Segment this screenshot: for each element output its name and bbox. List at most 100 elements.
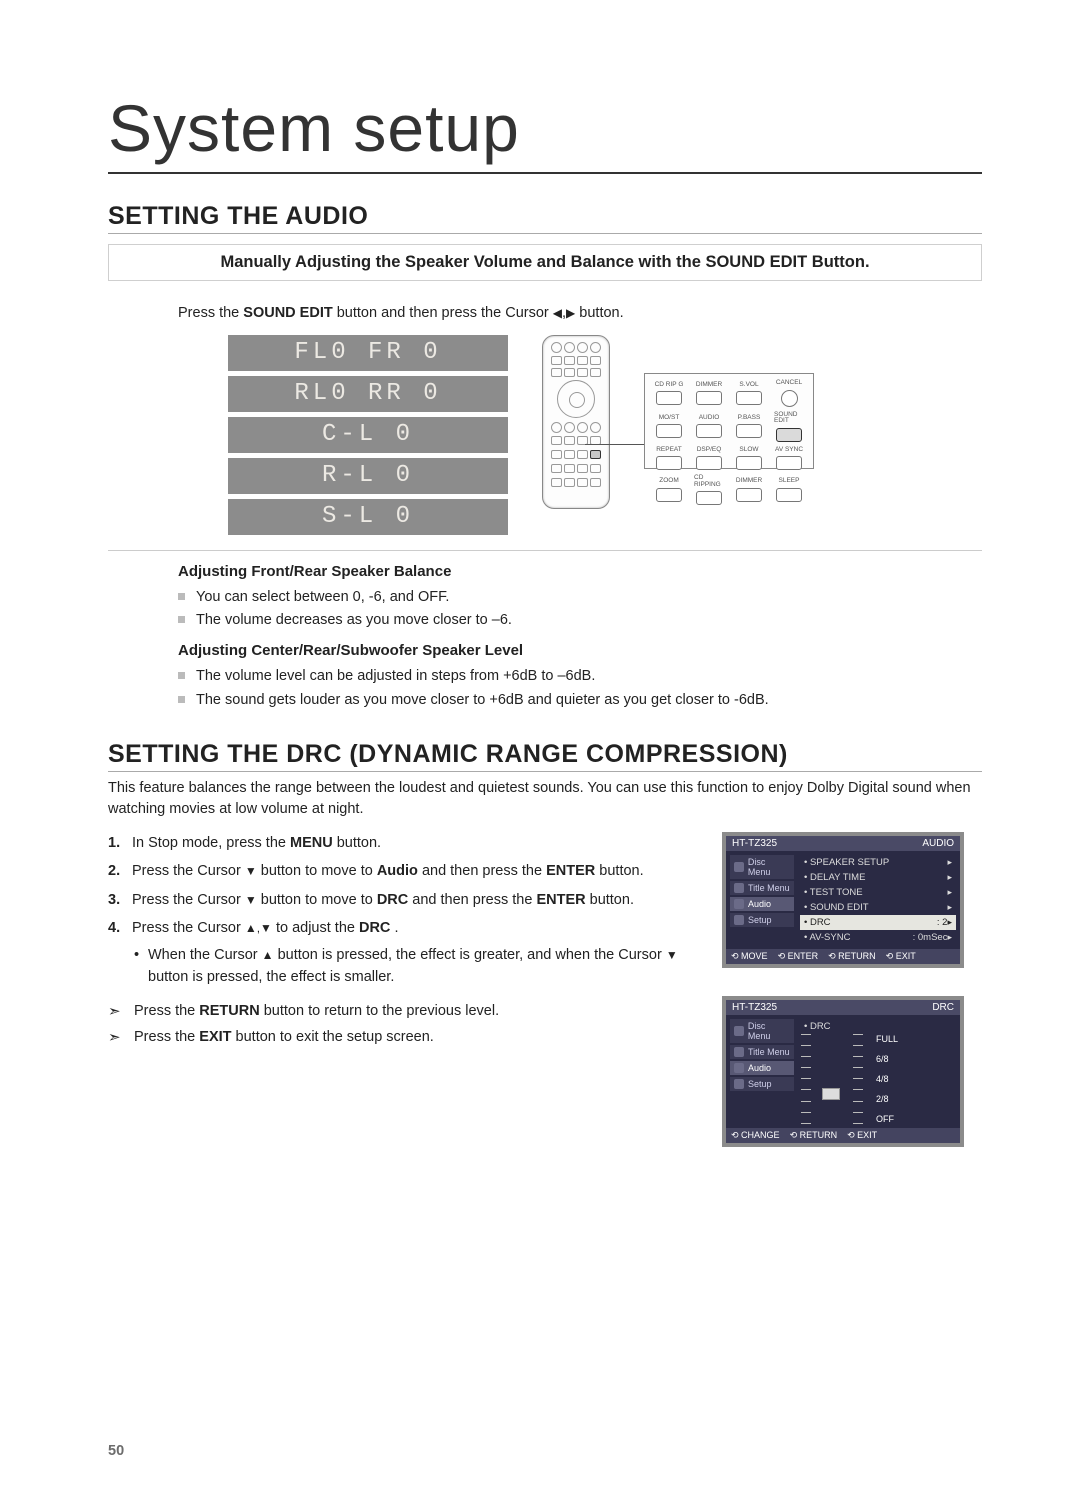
text: button and then press the Cursor — [337, 305, 553, 321]
disc-icon — [734, 1026, 744, 1036]
osd-row: • DRC — [800, 1019, 956, 1034]
drc-label: DRC — [359, 920, 390, 936]
drc-scale-label: 2/8 — [876, 1094, 898, 1104]
display-line: R-L 0 — [228, 458, 508, 494]
subhead-front-rear-balance: Adjusting Front/Rear Speaker Balance — [178, 563, 982, 580]
osd-foot: CHANGE — [731, 1130, 780, 1141]
page-number: 50 — [108, 1443, 124, 1459]
remote-btn-cd-ripping: CD RIPPING — [694, 475, 724, 505]
drc-scale: FULL6/84/82/8OFF — [800, 1034, 956, 1124]
section-heading-audio: SETTING THE AUDIO — [108, 202, 982, 234]
sound-edit-label: SOUND EDIT — [243, 305, 332, 321]
remote-btn-dimmer: DIMMER — [734, 478, 764, 502]
drc-scale-label: 4/8 — [876, 1074, 898, 1084]
remote-btn-cancel: CANCEL — [774, 380, 804, 407]
subtitle-sound-edit: Manually Adjusting the Speaker Volume an… — [108, 244, 982, 281]
list-item: The sound gets louder as you move closer… — [178, 689, 982, 712]
drc-columns: In Stop mode, press the MENU button. Pre… — [108, 832, 982, 1175]
text: Press the Cursor — [132, 863, 245, 879]
osd-model: HT-TZ325 — [732, 838, 777, 849]
cursor-down-icon: ▼ — [666, 948, 678, 962]
list-item: The volume decreases as you move closer … — [178, 609, 982, 632]
step: Press the Cursor ▲,▼ to adjust the DRC .… — [108, 917, 700, 988]
note-exit: Press the EXIT button to exit the setup … — [108, 1025, 700, 1050]
remote-btn-sleep: SLEEP — [774, 478, 804, 502]
display-line: C-L 0 — [228, 417, 508, 453]
osd-row: • AV-SYNC: 0mSec — [800, 930, 956, 945]
cursor-up-icon: ▲ — [262, 948, 274, 962]
audio-label: Audio — [377, 863, 418, 879]
title-icon — [734, 883, 744, 893]
remote-button-panel: CD RIP GDIMMERS.VOLCANCELMO/STAUDIOP.BAS… — [644, 373, 814, 469]
list-item: You can select between 0, -6, and OFF. — [178, 586, 982, 609]
text: button to move to — [261, 892, 377, 908]
remote-btn-repeat: REPEAT — [654, 447, 684, 471]
cursor-down-icon: ▼ — [245, 864, 257, 878]
osd-row: • DELAY TIME — [800, 870, 956, 885]
remote-btn-zoom: ZOOM — [654, 478, 684, 502]
osd-drc-menu: HT-TZ325 DRC Disc Menu Title Menu Audio … — [722, 996, 964, 1147]
text: button is pressed, the effect is smaller… — [148, 969, 394, 985]
osd-foot: RETURN — [790, 1130, 838, 1141]
title-icon — [734, 1047, 744, 1057]
text: and then press the — [412, 892, 536, 908]
drc-scale-label: FULL — [876, 1034, 898, 1044]
remote-btn-sound-edit: SOUND EDIT — [774, 412, 804, 442]
osd-side-item: Disc Menu — [730, 1019, 794, 1043]
text: button. — [337, 835, 381, 851]
display-line: RL0 RR 0 — [228, 376, 508, 412]
osd-foot: RETURN — [828, 951, 876, 962]
osd-row: • DRC: 2 — [800, 915, 956, 930]
drc-scale-label: OFF — [876, 1114, 898, 1124]
disc-icon — [734, 862, 744, 872]
cursor-left-icon: ◀ — [553, 306, 562, 320]
step: In Stop mode, press the MENU button. — [108, 832, 700, 854]
osd-foot: EXIT — [886, 951, 916, 962]
remote-btn-s-vol: S.VOL — [734, 382, 764, 406]
footer-notes: Press the RETURN button to return to the… — [108, 999, 700, 1050]
gear-icon — [734, 915, 744, 925]
osd-audio-menu: HT-TZ325 AUDIO Disc Menu Title Menu Audi… — [722, 832, 964, 968]
text: button to return to the previous level. — [264, 1003, 499, 1019]
osd-row: • SOUND EDIT — [800, 900, 956, 915]
page-title: System setup — [108, 90, 982, 174]
osd-model: HT-TZ325 — [732, 1002, 777, 1013]
list-front-rear: You can select between 0, -6, and OFF. T… — [178, 586, 982, 632]
remote-btn-p-bass: P.BASS — [734, 415, 764, 439]
speaker-icon — [734, 899, 744, 909]
remote-btn-dimmer: DIMMER — [694, 382, 724, 406]
remote-btn-dsp-eq: DSP/EQ — [694, 447, 724, 471]
return-label: RETURN — [199, 1003, 259, 1019]
text: Press the — [134, 1029, 199, 1045]
remote-btn-audio: AUDIO — [694, 415, 724, 439]
display-line: FL0 FR 0 — [228, 335, 508, 371]
menu-label: MENU — [290, 835, 333, 851]
text: button. — [590, 892, 634, 908]
text: to adjust the — [276, 920, 359, 936]
osd-side-item: Setup — [730, 913, 794, 927]
osd-side-item: Audio — [730, 1061, 794, 1075]
list-level: The volume level can be adjusted in step… — [178, 665, 982, 711]
text: Press the Cursor — [132, 892, 245, 908]
text: and then press the — [422, 863, 546, 879]
step: Press the Cursor ▼ button to move to DRC… — [108, 889, 700, 911]
text: button. — [579, 305, 623, 321]
gear-icon — [734, 1079, 744, 1089]
display-stack: FL0 FR 0 RL0 RR 0 C-L 0 R-L 0 S-L 0 — [228, 335, 508, 540]
subhead-level: Adjusting Center/Rear/Subwoofer Speaker … — [178, 642, 982, 659]
text: In Stop mode, press the — [132, 835, 290, 851]
step-sub: When the Cursor ▲ button is pressed, the… — [132, 944, 700, 989]
text: button to move to — [261, 863, 377, 879]
text: When the Cursor — [148, 947, 262, 963]
section-heading-drc: SETTING THE DRC (DYNAMIC RANGE COMPRESSI… — [108, 740, 982, 772]
text: button. — [599, 863, 643, 879]
osd-side-item: Setup — [730, 1077, 794, 1091]
text: Press the — [134, 1003, 199, 1019]
speaker-icon — [734, 1063, 744, 1073]
enter-label: ENTER — [536, 892, 585, 908]
drc-steps: In Stop mode, press the MENU button. Pre… — [108, 832, 700, 1175]
osd-foot: MOVE — [731, 951, 768, 962]
text: Press the — [178, 305, 243, 321]
divider — [108, 550, 982, 551]
display-line: S-L 0 — [228, 499, 508, 535]
